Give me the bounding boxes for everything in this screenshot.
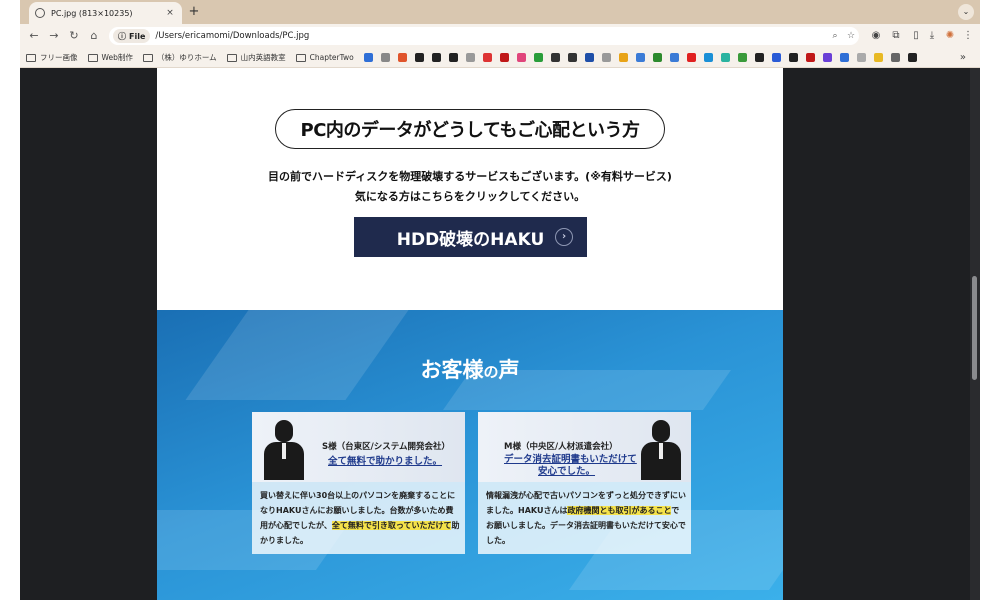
bookmarks-more-button[interactable]: » [960, 52, 966, 63]
extensions-icon[interactable]: ⧉ [888, 28, 904, 44]
bookmark-icon[interactable] [890, 53, 900, 62]
description: 目の前でハードディスクを物理破壊するサービスもございます。(※有料サービス) 気… [157, 167, 783, 207]
reload-button[interactable]: ↻ [66, 28, 82, 44]
bookmark-icon[interactable] [754, 53, 764, 62]
bookmark-icon[interactable] [635, 53, 645, 62]
bookmark-icon[interactable] [584, 53, 594, 62]
description-line: 気になる方はこちらをクリックしてください。 [354, 190, 586, 203]
toolbar: ← → ↻ ⌂ ⓘ File /Users/ericamomi/Download… [20, 24, 980, 48]
scrollbar-thumb[interactable] [972, 276, 977, 380]
testimonial-catch: 全て無料で助かりました。 [328, 456, 443, 467]
person-silhouette-icon [264, 420, 304, 480]
bookmark-icon[interactable] [805, 53, 815, 62]
bookmark-star-icon[interactable]: ☆ [843, 31, 859, 41]
bookmark-icon[interactable] [380, 53, 390, 62]
bookmark-icon[interactable] [414, 53, 424, 62]
home-button[interactable]: ⌂ [86, 28, 102, 44]
bookmark-icon[interactable] [363, 53, 373, 62]
bookmark-icon[interactable] [499, 53, 509, 62]
hdd-haku-button[interactable]: HDD破壊のHAKU › [354, 217, 587, 257]
testimonial-body: 買い替えに伴い30台以上のパソコンを廃棄することになりHAKUさんにお願いしまし… [260, 491, 460, 545]
bookmark-icon[interactable] [720, 53, 730, 62]
back-button[interactable]: ← [26, 28, 42, 44]
chip-label: File [129, 31, 146, 41]
bookmark-icon[interactable] [465, 53, 475, 62]
bookmark-icon[interactable] [431, 53, 441, 62]
forward-button[interactable]: → [46, 28, 62, 44]
bookmark-icon[interactable] [567, 53, 577, 62]
bookmark-icon[interactable] [822, 53, 832, 62]
customer-name: S様（台東区/システム開発会社） [322, 442, 450, 452]
testimonial-catch: データ消去証明書もいただけて 安心でした。 [504, 454, 637, 477]
testimonial-body: 情報漏洩が心配で古いパソコンをずっと処分できずにいました。HAKUさんは政府機関… [486, 491, 686, 545]
address-bar[interactable]: ⓘ File /Users/ericamomi/Downloads/PC.jpg… [109, 27, 859, 45]
tab-strip: PC.jpg (813×10235) × + ⌄ [20, 0, 980, 24]
tab-title: PC.jpg (813×10235) [51, 8, 133, 18]
content-viewport: PC内のデータがどうしてもご心配という方 目の前でハードディスクを物理破壊するサ… [20, 68, 980, 600]
testimonial-card: S様（台東区/システム開発会社） 全て無料で助かりました。 買い替えに伴い30台… [252, 412, 465, 554]
person-silhouette-icon [641, 420, 681, 480]
bookmark-icon[interactable] [873, 53, 883, 62]
hdd-haku-button-label: HDD破壊のHAKU [396, 229, 545, 250]
bookmark-folder[interactable]: Web制作 [87, 52, 133, 63]
folder-icon [295, 53, 306, 62]
bookmark-folder[interactable]: 山内英語教室 [226, 52, 286, 63]
bookmark-icon[interactable] [686, 53, 696, 62]
testimonials-section: お客様の声 S様（台東区/システム開発会社） 全て無料で助かりました。 買い替え… [157, 310, 783, 600]
bookmark-folder[interactable]: フリー画像 [26, 52, 78, 63]
image-page: PC内のデータがどうしてもご心配という方 目の前でハードディスクを物理破壊するサ… [157, 68, 783, 600]
tab-close-icon[interactable]: × [164, 8, 176, 18]
testimonial-card: M様（中央区/人材派遣会社） データ消去証明書もいただけて 安心でした。 情報漏洩… [478, 412, 691, 554]
tab-search-button[interactable]: ⌄ [958, 4, 974, 20]
bookmark-icon[interactable] [839, 53, 849, 62]
bookmark-folder[interactable]: ChapterTwo [295, 53, 354, 62]
bookmark-icon[interactable] [703, 53, 713, 62]
tab-pc-jpg[interactable]: PC.jpg (813×10235) × [29, 2, 182, 24]
bookmark-icon[interactable] [669, 53, 679, 62]
bookmark-icon[interactable] [550, 53, 560, 62]
globe-icon [35, 8, 45, 18]
bookmarks-bar: フリー画像 Web制作 （株）ゆりホーム 山内英語教室 ChapterTwo » [20, 48, 980, 68]
folder-icon [26, 53, 36, 62]
browser-window: PC.jpg (813×10235) × + ⌄ ← → ↻ ⌂ ⓘ File … [20, 0, 980, 600]
bookmark-icon[interactable] [448, 53, 458, 62]
customer-name: M様（中央区/人材派遣会社） [504, 442, 618, 452]
menu-button[interactable]: ⋮ [960, 28, 976, 44]
bookmark-icon[interactable] [397, 53, 407, 62]
folder-icon [142, 53, 153, 62]
vertical-scrollbar[interactable] [970, 68, 980, 600]
folder-icon [87, 53, 98, 62]
bookmark-folder[interactable]: （株）ゆりホーム [142, 52, 217, 63]
bookmark-icon[interactable] [601, 53, 611, 62]
download-icon[interactable]: ⤓ [924, 28, 940, 44]
bookmark-icon[interactable] [652, 53, 662, 62]
new-tab-button[interactable]: + [186, 4, 202, 20]
bookmark-icon[interactable] [907, 53, 917, 62]
folder-icon [226, 53, 237, 62]
sidepanel-icon[interactable]: ▯ [908, 28, 924, 44]
section-title: お客様の声 [420, 358, 520, 382]
page-heading: PC内のデータがどうしてもご心配という方 [275, 109, 665, 149]
bookmark-icon[interactable] [516, 53, 526, 62]
bookmark-icon[interactable] [856, 53, 866, 62]
url-text[interactable]: /Users/ericamomi/Downloads/PC.jpg [155, 31, 827, 41]
description-line: 目の前でハードディスクを物理破壊するサービスもございます。(※有料サービス) [268, 170, 672, 183]
bookmark-icon[interactable] [482, 53, 492, 62]
bookmark-icon[interactable] [788, 53, 798, 62]
camera-icon[interactable]: ◉ [868, 28, 884, 44]
bookmark-icon[interactable] [737, 53, 747, 62]
zoom-icon[interactable]: ⌕ [827, 31, 843, 41]
chevron-right-icon: › [555, 228, 573, 246]
bookmark-icon[interactable] [533, 53, 543, 62]
bookmark-icon[interactable] [618, 53, 628, 62]
bookmark-icon[interactable] [771, 53, 781, 62]
profile-avatar-icon[interactable]: ✺ [942, 28, 958, 44]
info-icon: ⓘ [118, 31, 126, 41]
site-info-chip[interactable]: ⓘ File [113, 29, 151, 43]
